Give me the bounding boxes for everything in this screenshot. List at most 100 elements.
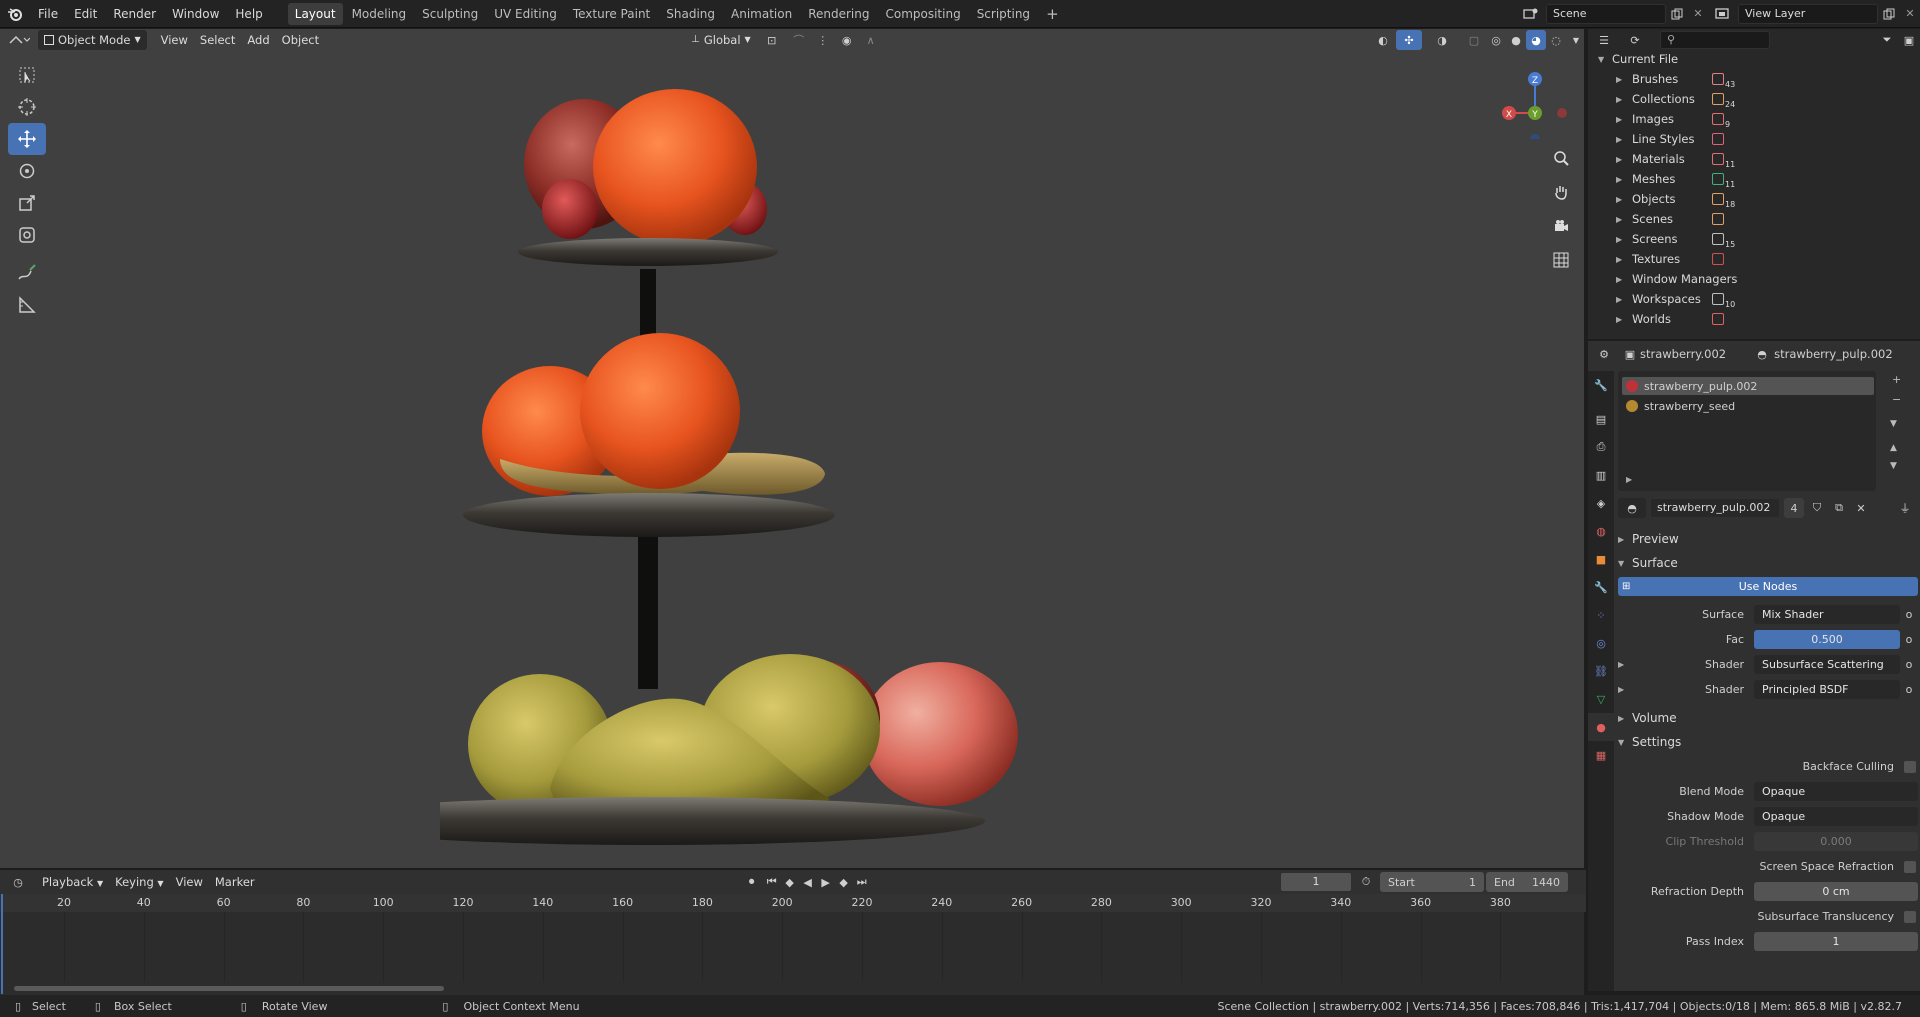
snap-target-icon[interactable]: ⋮: [811, 34, 835, 47]
outliner-item[interactable]: ▶ Workspaces 10: [1598, 289, 1918, 309]
falloff-icon[interactable]: ∧: [859, 34, 883, 47]
shader-dropdown[interactable]: Subsurface Scattering: [1754, 655, 1900, 674]
proportional-edit-icon[interactable]: ◉: [835, 34, 859, 47]
record-icon[interactable]: ⏺: [741, 875, 763, 889]
expand-arrow-icon[interactable]: ▶: [1616, 195, 1626, 204]
properties-editor-icon[interactable]: ⚙: [1588, 348, 1620, 361]
socket-link-icon[interactable]: o: [1900, 608, 1918, 621]
refraction-depth-field[interactable]: 0 cm: [1754, 882, 1918, 901]
backface-culling-checkbox[interactable]: [1904, 760, 1916, 773]
outliner-item[interactable]: ▶ Worlds: [1598, 309, 1918, 329]
3d-viewport[interactable]: Object Mode ▼ View Select Add Object ⊥ G…: [0, 29, 1586, 868]
add-slot-icon[interactable]: +: [1892, 373, 1901, 386]
copy-view-layer-icon[interactable]: [1878, 8, 1900, 20]
play-icon[interactable]: ▶: [817, 876, 835, 889]
expand-arrow-icon[interactable]: ▶: [1616, 315, 1626, 324]
view-layer-field[interactable]: View Layer: [1738, 3, 1878, 24]
expand-arrow-icon[interactable]: ▶: [1616, 155, 1626, 164]
expand-arrow-icon[interactable]: ▶: [1616, 115, 1626, 124]
panel-volume[interactable]: ▶ Volume: [1618, 706, 1918, 730]
shader-dropdown[interactable]: Principled BSDF: [1754, 680, 1900, 699]
particles-tab-icon[interactable]: ⁘: [1588, 601, 1614, 629]
outliner-item[interactable]: ▶ Objects 18: [1598, 189, 1918, 209]
use-nodes-button[interactable]: ⊞ Use Nodes: [1618, 577, 1918, 596]
camera-icon[interactable]: [1548, 213, 1574, 239]
menu-edit[interactable]: Edit: [66, 0, 105, 28]
end-frame-field[interactable]: End 1440: [1486, 872, 1568, 892]
close-view-layer-icon[interactable]: ✕: [1900, 7, 1920, 20]
menu-select[interactable]: Select: [194, 30, 241, 50]
rendered-shading-icon[interactable]: ◌: [1546, 34, 1566, 47]
filter-icon[interactable]: ⏷: [1876, 33, 1898, 47]
slot-menu-icon[interactable]: ▼: [1890, 419, 1897, 429]
menu-render[interactable]: Render: [105, 0, 164, 28]
socket-link-icon[interactable]: o: [1900, 683, 1918, 696]
menu-playback[interactable]: Playback ▼: [36, 872, 109, 892]
overlay-icon[interactable]: ◑: [1422, 34, 1462, 47]
menu-add[interactable]: Add: [241, 30, 275, 50]
texture-tab-icon[interactable]: ▦: [1588, 741, 1614, 769]
tree-root-current-file[interactable]: ▼ Current File: [1598, 49, 1918, 69]
outliner-item[interactable]: ▶ Window Managers: [1598, 269, 1918, 289]
list-expand-icon[interactable]: ▶: [1626, 475, 1632, 484]
expand-arrow-icon[interactable]: ▶: [1616, 235, 1626, 244]
expand-arrow-icon[interactable]: ▶: [1616, 215, 1626, 224]
clip-threshold-field[interactable]: 0.000: [1754, 832, 1918, 851]
scene-tab-icon[interactable]: ◈: [1588, 489, 1614, 517]
outliner-item[interactable]: ▶ Images 9: [1598, 109, 1918, 129]
editor-type-icon[interactable]: [0, 33, 38, 47]
tool-tab-icon[interactable]: 🔧: [1588, 371, 1614, 399]
scale-tool-icon[interactable]: [8, 187, 46, 219]
mode-dropdown[interactable]: Object Mode ▼: [38, 30, 147, 50]
outliner-item[interactable]: ▶ Meshes 11: [1598, 169, 1918, 189]
expand-arrow-icon[interactable]: ▶: [1616, 135, 1626, 144]
play-reverse-icon[interactable]: ◀: [799, 876, 817, 889]
move-up-icon[interactable]: ▲: [1890, 443, 1897, 453]
wireframe-shading-icon[interactable]: ◎: [1486, 34, 1506, 47]
expand-arrow-icon[interactable]: ▶: [1616, 255, 1626, 264]
physics-tab-icon[interactable]: ◎: [1588, 629, 1614, 657]
unlink-material-icon[interactable]: ✕: [1852, 502, 1870, 515]
user-count-badge[interactable]: 4: [1784, 498, 1804, 518]
ssr-checkbox[interactable]: [1904, 860, 1916, 873]
menu-view[interactable]: View: [155, 30, 194, 50]
remove-slot-icon[interactable]: −: [1892, 393, 1901, 406]
shadow-mode-dropdown[interactable]: Opaque: [1754, 807, 1918, 826]
blend-mode-dropdown[interactable]: Opaque: [1754, 782, 1918, 801]
scene-icon[interactable]: [1516, 7, 1546, 21]
output-tab-icon[interactable]: ⎙: [1588, 433, 1614, 461]
fake-user-shield-icon[interactable]: ⛉: [1808, 501, 1826, 515]
menu-object[interactable]: Object: [276, 30, 325, 50]
menu-keying[interactable]: Keying ▼: [109, 872, 169, 892]
tab-scripting[interactable]: Scripting: [970, 3, 1037, 25]
display-mode-icon[interactable]: ⟳: [1620, 34, 1650, 47]
shading-options-icon[interactable]: ▼: [1566, 36, 1584, 45]
browse-material-icon[interactable]: ◓: [1618, 498, 1646, 518]
xray-icon[interactable]: ▢: [1462, 34, 1486, 47]
move-down-icon[interactable]: ▼: [1890, 461, 1897, 471]
material-slot-item[interactable]: strawberry_seed: [1622, 397, 1874, 415]
close-icon[interactable]: ✕: [1688, 7, 1708, 20]
view-layer-tab-icon[interactable]: ▥: [1588, 461, 1614, 489]
tab-uv-editing[interactable]: UV Editing: [487, 3, 564, 25]
zoom-icon[interactable]: [1548, 145, 1574, 171]
expand-arrow-icon[interactable]: ▶: [1616, 95, 1626, 104]
expand-arrow-icon[interactable]: ▶: [1616, 275, 1626, 284]
expand-arrow-icon[interactable]: ▶: [1616, 75, 1626, 84]
socket-link-icon[interactable]: o: [1900, 658, 1918, 671]
slot-link-icon[interactable]: ⏚: [1892, 500, 1918, 516]
world-tab-icon[interactable]: ◍: [1588, 517, 1614, 545]
add-workspace-button[interactable]: +: [1039, 3, 1066, 25]
tab-modeling[interactable]: Modeling: [345, 3, 414, 25]
menu-file[interactable]: File: [30, 0, 66, 28]
gizmo-toggle-icon[interactable]: ✣: [1396, 30, 1422, 50]
outliner-editor-icon[interactable]: ☰: [1588, 34, 1620, 47]
outliner-item[interactable]: ▶ Materials 11: [1598, 149, 1918, 169]
solid-shading-icon[interactable]: ●: [1506, 34, 1526, 47]
material-tab-icon[interactable]: ●: [1588, 713, 1614, 741]
cursor-tool-icon[interactable]: [8, 91, 46, 123]
tab-compositing[interactable]: Compositing: [878, 3, 967, 25]
annotate-tool-icon[interactable]: [8, 257, 46, 289]
pan-hand-icon[interactable]: [1548, 179, 1574, 205]
expand-arrow-icon[interactable]: ▶: [1616, 295, 1626, 304]
